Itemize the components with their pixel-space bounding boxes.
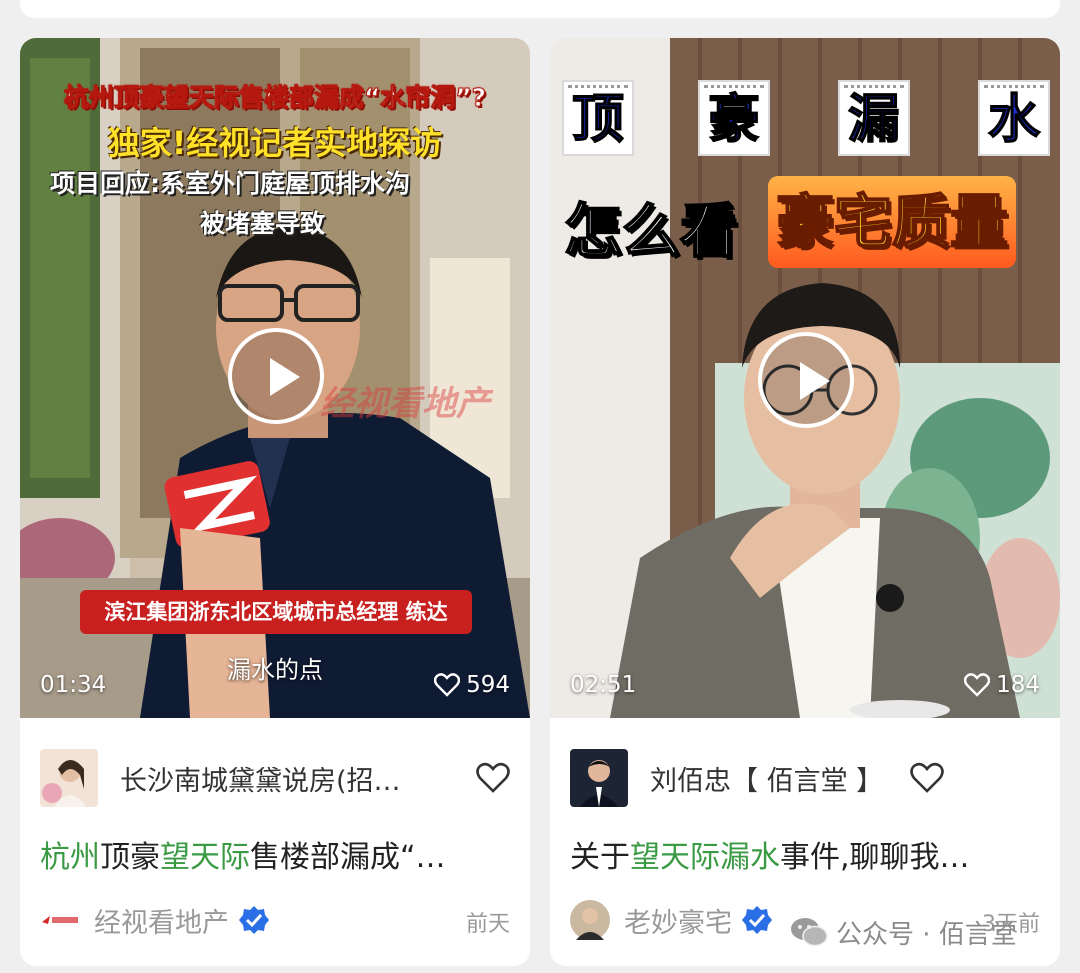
author-avatar[interactable] — [570, 749, 628, 807]
author-row[interactable]: 长沙南城黛黛说房(招… — [40, 748, 510, 808]
heart-outline-icon — [964, 673, 991, 697]
title-part: 售楼部漏成“… — [250, 840, 446, 875]
previous-card-bottom — [20, 0, 1060, 18]
headline-1: 杭州顶豪望天际售楼部漏成“水帘洞”? — [63, 83, 487, 113]
title-part: 事件,聊聊我… — [780, 840, 970, 875]
title-part: 望天际 — [160, 840, 250, 875]
video-thumbnail[interactable]: 顶 豪 漏 水 怎么看 豪宅质量 02:51 184 — [550, 38, 1060, 718]
like-count: 594 — [434, 672, 510, 698]
title-part: 关于 — [570, 840, 630, 875]
video-card-2[interactable]: 顶 豪 漏 水 怎么看 豪宅质量 02:51 184 刘佰忠【 佰言堂 】 关于… — [550, 38, 1060, 966]
heart-outline-icon — [434, 673, 461, 697]
author-name[interactable]: 刘佰忠【 佰言堂 】 — [650, 759, 883, 798]
channel-watermark: 经视看地产 — [320, 384, 490, 424]
title-tile: 顶 — [562, 80, 634, 156]
caption-left: 怎么看 — [563, 196, 739, 266]
title-part: 顶豪 — [100, 840, 160, 875]
author-row[interactable]: 刘佰忠【 佰言堂 】 — [570, 748, 1040, 808]
headline-4: 被堵塞导致 — [200, 209, 326, 238]
video-thumbnail[interactable]: 杭州顶豪望天际售楼部漏成“水帘洞”? 独家!经视记者实地探访 项目回应:系室外门… — [20, 38, 530, 718]
source-name[interactable]: 经视看地产 — [94, 901, 229, 940]
video-title[interactable]: 杭州顶豪望天际售楼部漏成“… — [40, 832, 510, 876]
video-duration: 01:34 — [40, 672, 107, 698]
favorite-heart-icon[interactable] — [476, 762, 510, 794]
verified-badge-icon — [239, 906, 269, 934]
wechat-watermark-text: 公众号 · 佰言堂 — [836, 919, 1017, 950]
source-logo[interactable] — [40, 900, 80, 940]
video-card-1[interactable]: 杭州顶豪望天际售楼部漏成“水帘洞”? 独家!经视记者实地探访 项目回应:系室外门… — [20, 38, 530, 966]
title-part: 望天际漏水 — [630, 840, 780, 875]
source-avatar[interactable] — [570, 900, 610, 940]
play-icon[interactable] — [228, 328, 324, 424]
title-part: 杭州 — [40, 840, 100, 875]
post-time: 前天 — [465, 912, 510, 937]
title-tile: 漏 — [838, 80, 910, 156]
source-row[interactable]: 经视看地产 前天 — [40, 898, 510, 942]
title-tile: 水 — [978, 80, 1050, 156]
like-count-value: 184 — [996, 672, 1040, 698]
video-title[interactable]: 关于望天际漏水事件,聊聊我… — [570, 832, 1040, 876]
video-duration: 02:51 — [570, 672, 637, 698]
author-name[interactable]: 长沙南城黛黛说房(招… — [120, 759, 401, 798]
title-tile: 豪 — [698, 80, 770, 156]
like-count-value: 594 — [466, 672, 510, 698]
like-count: 184 — [964, 672, 1040, 698]
caption-right: 豪宅质量 — [768, 176, 1017, 268]
wechat-icon — [791, 918, 828, 947]
favorite-heart-icon[interactable] — [910, 762, 944, 794]
headline-3: 项目回应:系室外门庭屋顶排水沟 — [50, 169, 410, 198]
source-name[interactable]: 老妙豪宅 — [624, 901, 732, 940]
play-icon[interactable] — [758, 332, 854, 428]
verified-badge-icon — [742, 906, 772, 934]
wechat-watermark: 公众号 · 佰言堂 — [790, 912, 1017, 952]
headline-2: 独家!经视记者实地探访 — [107, 124, 443, 162]
author-avatar[interactable] — [40, 749, 98, 807]
name-banner: 滨江集团浙东北区域城市总经理 练达 — [80, 590, 472, 634]
